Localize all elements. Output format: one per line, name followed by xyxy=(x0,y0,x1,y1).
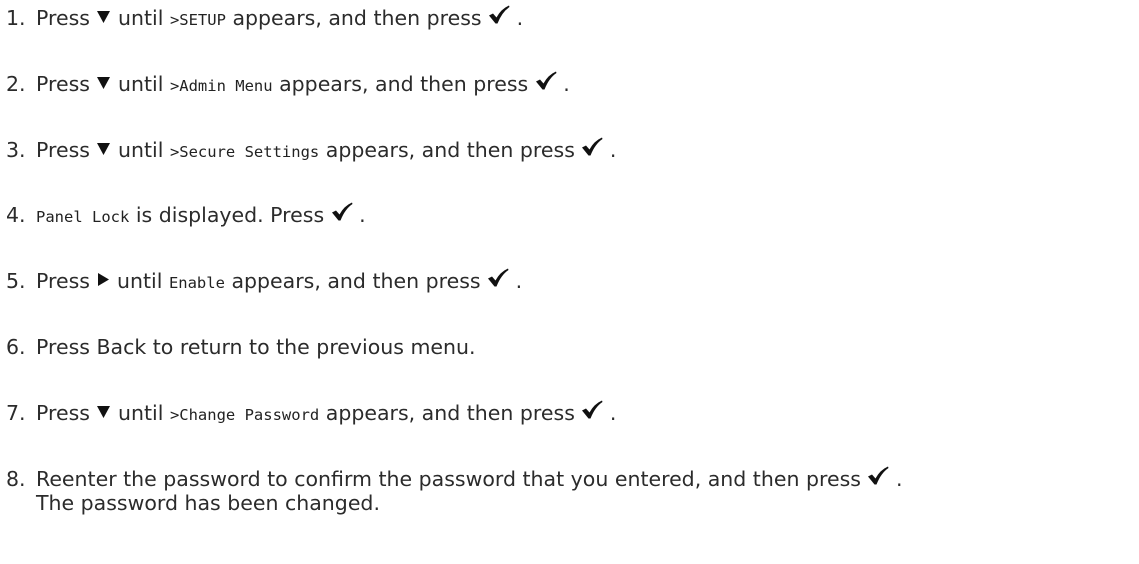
step-number: 1. xyxy=(6,6,26,30)
step-text: until xyxy=(111,138,170,162)
step-text: Press xyxy=(36,138,97,162)
step-text: . xyxy=(603,138,617,162)
menu-item-code: >Secure Settings xyxy=(169,143,320,161)
step-2: 2. Press until >Admin Menu appears, and t… xyxy=(6,71,570,98)
step-text: Reenter the password to confirm the pass… xyxy=(36,467,868,491)
step-text: is displayed. Press xyxy=(129,203,331,227)
down-triangle-icon xyxy=(96,137,111,161)
step-text: until xyxy=(110,269,169,293)
checkmark-icon xyxy=(487,268,509,292)
step-number: 7. xyxy=(6,401,26,425)
checkmark-icon xyxy=(581,400,603,424)
step-4: 4. Panel Lock is displayed. Press . xyxy=(6,202,366,229)
step-text: appears, and then press xyxy=(272,72,535,96)
checkmark-icon xyxy=(535,71,557,95)
menu-item-code: >Change Password xyxy=(169,406,320,424)
checkmark-icon xyxy=(867,466,889,490)
step-text: appears, and then press xyxy=(319,138,582,162)
step-1: 1. Press until >SETUP appears, and then p… xyxy=(6,5,524,32)
step-number: 4. xyxy=(6,203,26,227)
instruction-steps: 1. Press until >SETUP appears, and then p… xyxy=(0,0,1139,564)
step-number: 6. xyxy=(6,335,26,359)
right-triangle-icon xyxy=(96,268,110,292)
step-text: until xyxy=(111,401,170,425)
down-triangle-icon xyxy=(96,71,111,95)
step-8: 8. Reenter the password to confirm the pa… xyxy=(6,466,903,491)
step-continuation: The password has been changed. xyxy=(36,491,380,515)
menu-item-code: Panel Lock xyxy=(36,208,130,226)
step-text: . xyxy=(509,269,523,293)
step-text: appears, and then press xyxy=(224,269,488,293)
checkmark-icon xyxy=(488,5,510,29)
step-3: 3. Press until >Secure Settings appears, … xyxy=(6,137,617,164)
down-triangle-icon xyxy=(96,5,111,29)
step-7: 7. Press until >Change Password appears, … xyxy=(6,400,617,427)
step-6: 6. Press Back to return to the previous m… xyxy=(6,335,476,359)
step-text: . xyxy=(603,401,617,425)
step-text: Press xyxy=(36,269,97,293)
checkmark-icon xyxy=(331,202,353,226)
step-number: 2. xyxy=(6,72,26,96)
step-text: . xyxy=(510,6,524,30)
step-text: until xyxy=(111,72,170,96)
step-number: 8. xyxy=(6,467,26,491)
step-text: until xyxy=(111,6,170,30)
step-text: Press xyxy=(36,6,97,30)
step-number: 5. xyxy=(6,269,26,293)
step-text: Press xyxy=(36,72,97,96)
checkmark-icon xyxy=(581,137,603,161)
menu-item-code: Enable xyxy=(168,274,225,292)
step-text: appears, and then press xyxy=(319,401,582,425)
step-5: 5. Press until Enable appears, and then p… xyxy=(6,268,523,295)
down-triangle-icon xyxy=(96,400,111,424)
step-text: . xyxy=(889,467,903,491)
step-text: . xyxy=(556,72,570,96)
step-text: Press xyxy=(36,401,97,425)
menu-item-code: >SETUP xyxy=(169,11,226,29)
step-text: appears, and then press xyxy=(225,6,489,30)
step-text: . xyxy=(352,203,366,227)
step-number: 3. xyxy=(6,138,26,162)
step-text: Press Back to return to the previous men… xyxy=(36,335,476,359)
menu-item-code: >Admin Menu xyxy=(169,77,273,95)
